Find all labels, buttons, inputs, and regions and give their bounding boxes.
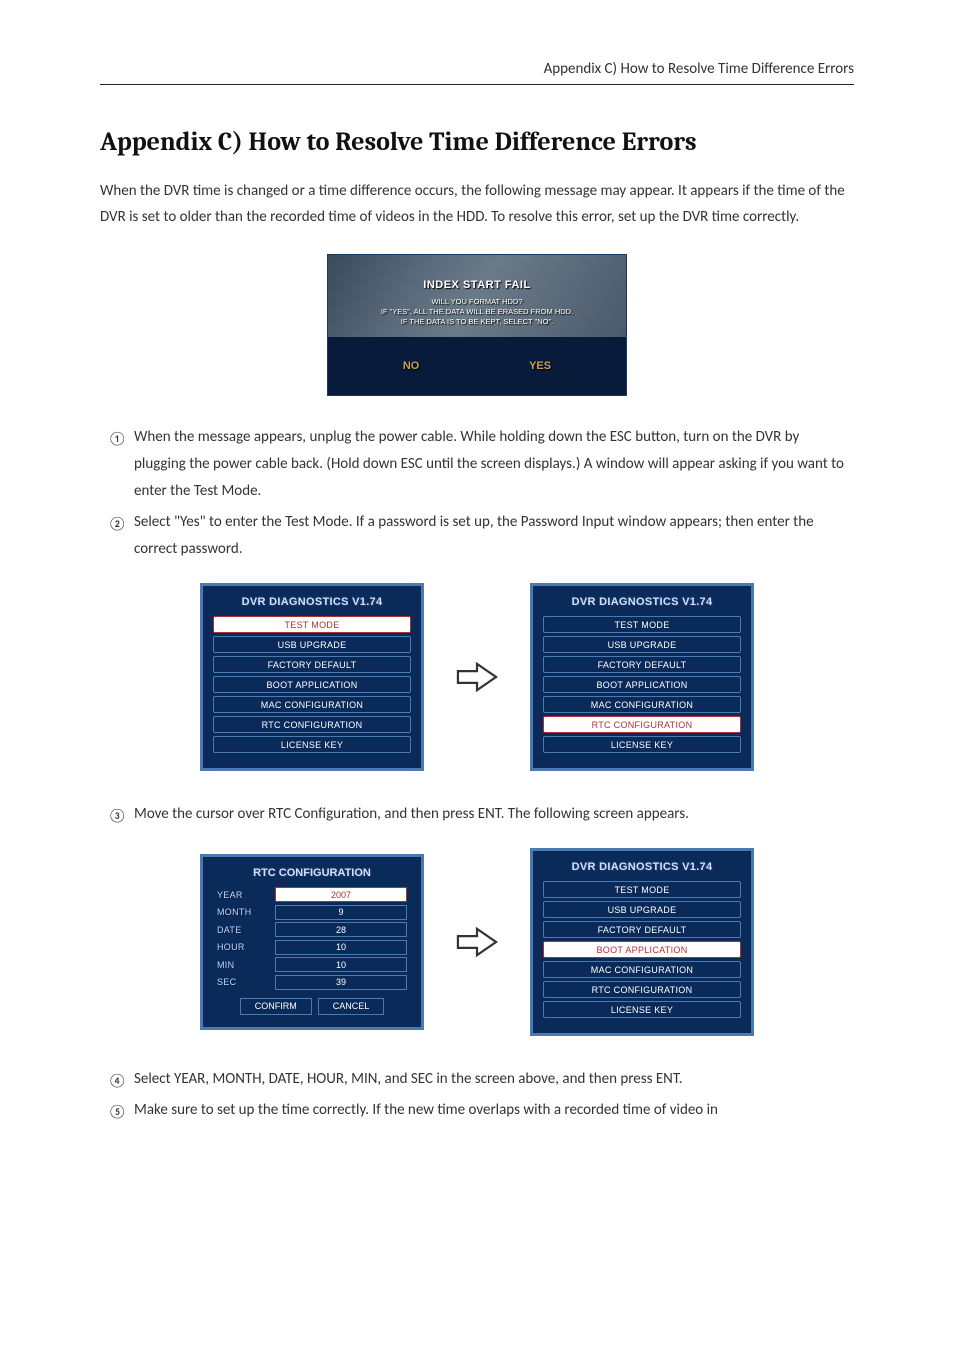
diag-menu-item[interactable]: RTC CONFIGURATION: [543, 981, 741, 998]
header-text: Appendix C) How to Resolve Time Differen…: [544, 60, 854, 78]
rtc-buttons: CONFIRM CANCEL: [217, 998, 407, 1015]
rtc-panel: RTC CONFIGURATION YEAR2007MONTH9DATE28HO…: [200, 854, 424, 1030]
diag-menu-item[interactable]: USB UPGRADE: [213, 636, 411, 653]
rtc-row: DATE28: [217, 922, 407, 937]
diag-menu-item[interactable]: BOOT APPLICATION: [543, 676, 741, 693]
dvr-dialog-line2: IF "YES", ALL THE DATA WILL BE ERASED FR…: [328, 307, 626, 317]
diag-menu-item[interactable]: BOOT APPLICATION: [543, 941, 741, 958]
dvr-dialog-buttons: NO YES: [328, 337, 626, 395]
step-text: Move the cursor over RTC Configuration, …: [134, 805, 689, 823]
dvr-dialog-line3: IF THE DATA IS TO BE KEPT, SELECT "NO".: [328, 317, 626, 327]
rtc-row: MIN10: [217, 957, 407, 972]
step-item: ⑤ Make sure to set up the time correctly.…: [100, 1097, 854, 1124]
dvr-dialog-line1: WILL YOU FORMAT HDD?: [328, 297, 626, 307]
rtc-value[interactable]: 10: [275, 957, 407, 972]
confirm-button[interactable]: CONFIRM: [240, 998, 312, 1015]
step-number: ③: [108, 803, 127, 828]
diag-menu-item[interactable]: FACTORY DEFAULT: [543, 656, 741, 673]
rtc-label: MIN: [217, 960, 275, 970]
diag-panel-right: DVR DIAGNOSTICS V1.74 TEST MODE USB UPGRA…: [530, 583, 754, 771]
rtc-value[interactable]: 39: [275, 975, 407, 990]
no-button[interactable]: NO: [403, 360, 420, 372]
arrow-right-icon: [452, 922, 502, 962]
rtc-title: RTC CONFIGURATION: [217, 867, 407, 879]
step-text: Select YEAR, MONTH, DATE, HOUR, MIN, and…: [134, 1070, 682, 1088]
diag-title-right: DVR DIAGNOSTICS V1.74: [543, 596, 741, 608]
rtc-value[interactable]: 9: [275, 905, 407, 920]
steps-list-2: ③ Move the cursor over RTC Configuration,…: [100, 801, 854, 828]
step-number: ⑤: [108, 1099, 127, 1124]
rtc-value[interactable]: 10: [275, 940, 407, 955]
arrow-right-icon: [452, 657, 502, 697]
diag-menu-item[interactable]: LICENSE KEY: [213, 736, 411, 753]
rtc-value[interactable]: 28: [275, 922, 407, 937]
rtc-value[interactable]: 2007: [275, 887, 407, 902]
figure-diag-menus: DVR DIAGNOSTICS V1.74 TEST MODE USB UPGRA…: [100, 583, 854, 771]
rtc-label: MONTH: [217, 907, 275, 917]
diag-menu-item[interactable]: BOOT APPLICATION: [213, 676, 411, 693]
step-number: ④: [108, 1068, 127, 1093]
dvr-dialog-message: WILL YOU FORMAT HDD? IF "YES", ALL THE D…: [328, 297, 626, 326]
page-title: Appendix C) How to Resolve Time Differen…: [100, 127, 854, 157]
diag-title-left: DVR DIAGNOSTICS V1.74: [213, 596, 411, 608]
diag-menu-item[interactable]: MAC CONFIGURATION: [213, 696, 411, 713]
diag-menu-item[interactable]: LICENSE KEY: [543, 1001, 741, 1018]
dvr-dialog-top: INDEX START FAIL WILL YOU FORMAT HDD? IF…: [328, 255, 626, 337]
diag-menu-item[interactable]: FACTORY DEFAULT: [543, 921, 741, 938]
cancel-button[interactable]: CANCEL: [318, 998, 385, 1015]
rtc-row: SEC39: [217, 975, 407, 990]
diag-title-right2: DVR DIAGNOSTICS V1.74: [543, 861, 741, 873]
diag-menu-item[interactable]: RTC CONFIGURATION: [213, 716, 411, 733]
yes-button[interactable]: YES: [529, 360, 551, 372]
diag-menu-item[interactable]: TEST MODE: [543, 616, 741, 633]
step-text: When the message appears, unplug the pow…: [134, 428, 844, 500]
step-item: ④ Select YEAR, MONTH, DATE, HOUR, MIN, an…: [100, 1066, 854, 1093]
rtc-label: SEC: [217, 977, 275, 987]
diag-menu-item[interactable]: TEST MODE: [213, 616, 411, 633]
page-header: Appendix C) How to Resolve Time Differen…: [100, 60, 854, 85]
diag-menu-item[interactable]: RTC CONFIGURATION: [543, 716, 741, 733]
step-item: ① When the message appears, unplug the po…: [100, 424, 854, 505]
rtc-label: HOUR: [217, 942, 275, 952]
diag-menu-item[interactable]: USB UPGRADE: [543, 636, 741, 653]
diag-menu-item[interactable]: MAC CONFIGURATION: [543, 961, 741, 978]
step-text: Make sure to set up the time correctly. …: [134, 1101, 718, 1119]
step-text: Select "Yes" to enter the Test Mode. If …: [134, 513, 814, 558]
diag-menu-item[interactable]: LICENSE KEY: [543, 736, 741, 753]
intro-paragraph: When the DVR time is changed or a time d…: [100, 179, 854, 230]
rtc-row: MONTH9: [217, 905, 407, 920]
step-item: ② Select "Yes" to enter the Test Mode. If…: [100, 509, 854, 563]
dvr-dialog: INDEX START FAIL WILL YOU FORMAT HDD? IF…: [327, 254, 627, 396]
diag-panel-right2: DVR DIAGNOSTICS V1.74 TEST MODE USB UPGRA…: [530, 848, 754, 1036]
step-number: ①: [108, 426, 127, 451]
diag-menu-item[interactable]: TEST MODE: [543, 881, 741, 898]
rtc-row: HOUR10: [217, 940, 407, 955]
rtc-row: YEAR2007: [217, 887, 407, 902]
figure-rtc-config: RTC CONFIGURATION YEAR2007MONTH9DATE28HO…: [100, 848, 854, 1036]
figure-index-start-fail: INDEX START FAIL WILL YOU FORMAT HDD? IF…: [100, 254, 854, 396]
step-number: ②: [108, 511, 127, 536]
steps-list-3: ④ Select YEAR, MONTH, DATE, HOUR, MIN, an…: [100, 1066, 854, 1124]
diag-menu-item[interactable]: MAC CONFIGURATION: [543, 696, 741, 713]
rtc-label: DATE: [217, 925, 275, 935]
diag-menu-item[interactable]: USB UPGRADE: [543, 901, 741, 918]
diag-panel-left: DVR DIAGNOSTICS V1.74 TEST MODE USB UPGRA…: [200, 583, 424, 771]
dvr-dialog-title: INDEX START FAIL: [328, 279, 626, 291]
diag-menu-item[interactable]: FACTORY DEFAULT: [213, 656, 411, 673]
step-item: ③ Move the cursor over RTC Configuration,…: [100, 801, 854, 828]
steps-list-1: ① When the message appears, unplug the po…: [100, 424, 854, 563]
rtc-label: YEAR: [217, 890, 275, 900]
